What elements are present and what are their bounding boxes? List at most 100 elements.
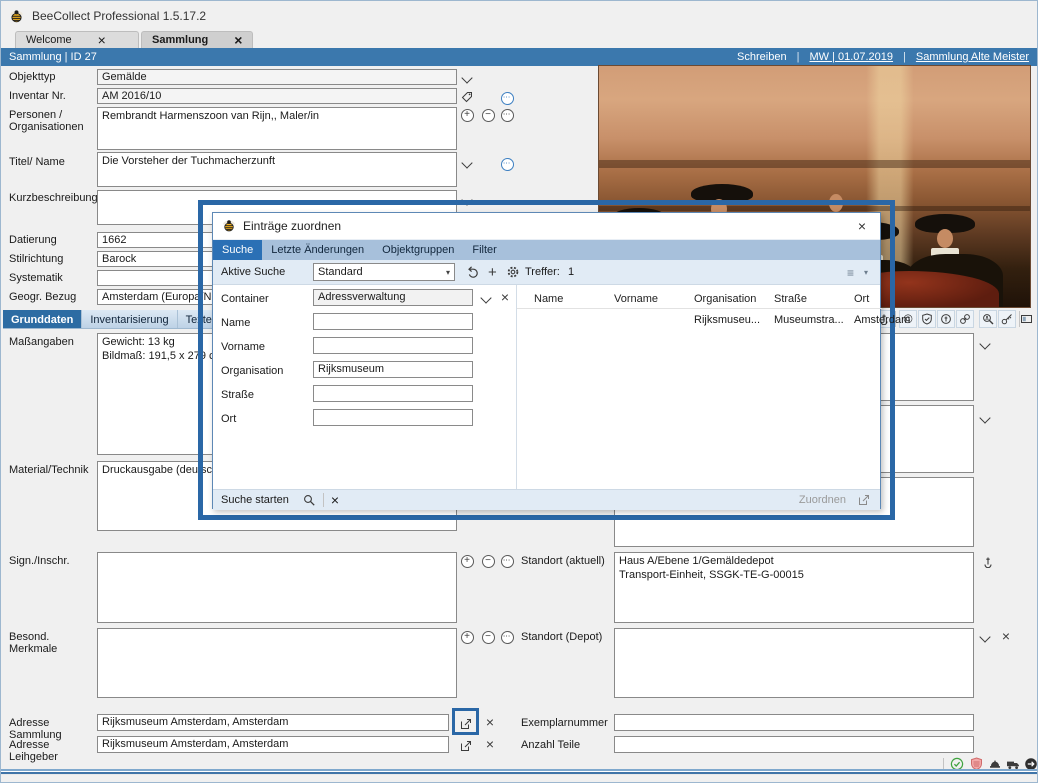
inventar-field[interactable]: AM 2016/10 bbox=[97, 88, 457, 104]
dialog-tab-filter[interactable]: Filter bbox=[463, 240, 505, 260]
standort-depot-dropdown-icon[interactable] bbox=[977, 630, 993, 646]
anzahl-teile-field[interactable] bbox=[614, 736, 974, 753]
vorname-field[interactable] bbox=[313, 337, 473, 354]
objekttyp-dropdown-icon[interactable] bbox=[459, 71, 475, 87]
user-date-link[interactable]: MW | 01.07.2019 bbox=[809, 51, 893, 63]
col-name[interactable]: Name bbox=[534, 293, 610, 305]
dialog-tabstrip: Suche Letzte Änderungen Objektgruppen Fi… bbox=[213, 239, 880, 260]
dialog-tab-suche[interactable]: Suche bbox=[213, 240, 262, 260]
record-title: Sammlung | ID 27 bbox=[9, 51, 97, 63]
dialog-tab-letzte-aenderungen[interactable]: Letzte Änderungen bbox=[262, 240, 373, 260]
dialog-close-icon[interactable] bbox=[854, 218, 870, 234]
person-search-icon[interactable] bbox=[979, 310, 997, 328]
anzahl-label: Anzahl Teile bbox=[521, 739, 616, 751]
col-strasse[interactable]: Straße bbox=[774, 293, 850, 305]
right-field-2-dropdown-icon[interactable] bbox=[977, 411, 993, 427]
zuordnen-open-icon[interactable] bbox=[858, 494, 870, 506]
kurz-label: Kurzbeschreibung bbox=[9, 192, 95, 204]
personen-remove-icon[interactable] bbox=[480, 107, 496, 123]
tag-icon[interactable] bbox=[459, 89, 475, 105]
personen-field[interactable]: Rembrandt Harmenszoon van Rijn,, Maler/i… bbox=[97, 107, 457, 150]
sign-add-icon[interactable] bbox=[459, 553, 475, 569]
personen-add-icon[interactable] bbox=[459, 107, 475, 123]
dialog-toolbar: Aktive Suche Standard ▾ + Treffer: 1 ≡ ▾ bbox=[213, 260, 880, 285]
col-vorname[interactable]: Vorname bbox=[614, 293, 690, 305]
adresse-leihgeber-label: Adresse Leihgeber bbox=[9, 739, 97, 763]
systematik-label: Systematik bbox=[9, 272, 95, 284]
besond-remove-icon[interactable] bbox=[480, 629, 496, 645]
list-view-caret-icon[interactable]: ▾ bbox=[864, 268, 868, 277]
suche-starten-button[interactable]: Suche starten bbox=[221, 494, 289, 506]
zuordnen-button[interactable]: Zuordnen bbox=[799, 494, 846, 506]
personen-label: Personen / Organisationen bbox=[9, 109, 95, 133]
sign-remove-icon[interactable] bbox=[480, 553, 496, 569]
bee-logo-icon bbox=[222, 219, 236, 233]
frame-icon[interactable] bbox=[1017, 310, 1035, 328]
adresse-leihgeber-field[interactable]: Rijksmuseum Amsterdam, Amsterdam bbox=[97, 736, 449, 753]
tab-sammlung-close-icon[interactable] bbox=[234, 33, 242, 48]
treffer-label: Treffer: bbox=[525, 266, 560, 278]
tab-grunddaten[interactable]: Grunddaten bbox=[3, 310, 82, 328]
adresse-leihgeber-clear-icon[interactable] bbox=[482, 736, 498, 752]
standort-aktuell-field[interactable]: Haus A/Ebene 1/Gemäldedepot Transport-Ei… bbox=[614, 552, 974, 623]
select-caret-icon: ▾ bbox=[446, 268, 450, 277]
sign-label: Sign./Inschr. bbox=[9, 555, 95, 567]
adresse-sammlung-clear-icon[interactable] bbox=[482, 714, 498, 730]
tab-welcome[interactable]: Welcome bbox=[15, 31, 139, 48]
strasse-field[interactable] bbox=[313, 385, 473, 402]
dialog-tab-objektgruppen[interactable]: Objektgruppen bbox=[373, 240, 463, 260]
name-field[interactable] bbox=[313, 313, 473, 330]
shield-check-icon[interactable] bbox=[918, 310, 936, 328]
undo-search-icon[interactable] bbox=[466, 265, 480, 279]
tab-sammlung[interactable]: Sammlung bbox=[141, 31, 253, 48]
exemplarnummer-field[interactable] bbox=[614, 714, 974, 731]
sign-detail-icon[interactable] bbox=[499, 553, 515, 569]
inventar-detail-icon[interactable] bbox=[499, 90, 515, 106]
besond-label: Besond. Merkmale bbox=[9, 631, 95, 655]
coin-icon[interactable] bbox=[937, 310, 955, 328]
right-field-1-dropdown-icon[interactable] bbox=[977, 337, 993, 353]
eintraege-zuordnen-dialog: Einträge zuordnen Suche Letzte Änderunge… bbox=[212, 212, 881, 509]
bottom-divider bbox=[1, 769, 1037, 775]
tab-welcome-close-icon[interactable] bbox=[98, 33, 106, 48]
add-search-icon[interactable]: + bbox=[488, 264, 497, 281]
bee-logo-icon bbox=[9, 9, 24, 24]
adresse-sammlung-field[interactable]: Rijksmuseum Amsterdam, Amsterdam bbox=[97, 714, 449, 731]
titel-dropdown-icon[interactable] bbox=[459, 156, 475, 172]
objekttyp-field[interactable]: Gemälde bbox=[97, 69, 457, 85]
titel-field[interactable]: Die Vorsteher der Tuchmacherzunft bbox=[97, 152, 457, 187]
link-icon[interactable] bbox=[956, 310, 974, 328]
document-tabstrip: Welcome Sammlung bbox=[1, 31, 1037, 48]
location-anchor-icon[interactable] bbox=[980, 554, 996, 570]
sign-field[interactable] bbox=[97, 552, 457, 623]
container-clear-icon[interactable] bbox=[497, 289, 513, 305]
list-view-icon[interactable]: ≡ bbox=[847, 266, 854, 280]
standort-depot-field[interactable] bbox=[614, 628, 974, 698]
besond-add-icon[interactable] bbox=[459, 629, 475, 645]
search-magnifier-icon[interactable] bbox=[303, 494, 316, 507]
container-dropdown-icon[interactable] bbox=[478, 291, 494, 307]
adresse-sammlung-label: Adresse Sammlung bbox=[9, 717, 97, 741]
besond-detail-icon[interactable] bbox=[499, 629, 515, 645]
ort-field[interactable] bbox=[313, 409, 473, 426]
row-cell-organisation[interactable]: Rijksmuseu... bbox=[694, 314, 770, 326]
collection-link[interactable]: Sammlung Alte Meister bbox=[916, 51, 1029, 63]
standort-depot-clear-icon[interactable] bbox=[998, 628, 1014, 644]
aktive-suche-select[interactable]: Standard ▾ bbox=[313, 263, 455, 281]
exemplar-label: Exemplarnummer bbox=[521, 717, 616, 729]
titel-detail-icon[interactable] bbox=[499, 156, 515, 172]
col-ort[interactable]: Ort bbox=[854, 293, 880, 305]
personen-detail-icon[interactable] bbox=[499, 107, 515, 123]
key-icon[interactable] bbox=[998, 310, 1016, 328]
row-cell-strasse[interactable]: Museumstra... bbox=[774, 314, 850, 326]
clear-search-icon[interactable] bbox=[331, 493, 339, 508]
adresse-leihgeber-open-icon[interactable] bbox=[458, 738, 474, 754]
tab-inventarisierung[interactable]: Inventarisierung bbox=[82, 310, 177, 328]
row-cell-ort[interactable]: Amsterdam bbox=[854, 314, 914, 326]
standort-aktuell-label: Standort (aktuell) bbox=[521, 555, 611, 567]
container-field[interactable]: Adressverwaltung bbox=[313, 289, 473, 306]
col-organisation[interactable]: Organisation bbox=[694, 293, 770, 305]
organisation-field[interactable]: Rijksmuseum bbox=[313, 361, 473, 378]
besond-field[interactable] bbox=[97, 628, 457, 698]
search-settings-gear-icon[interactable] bbox=[506, 265, 520, 279]
